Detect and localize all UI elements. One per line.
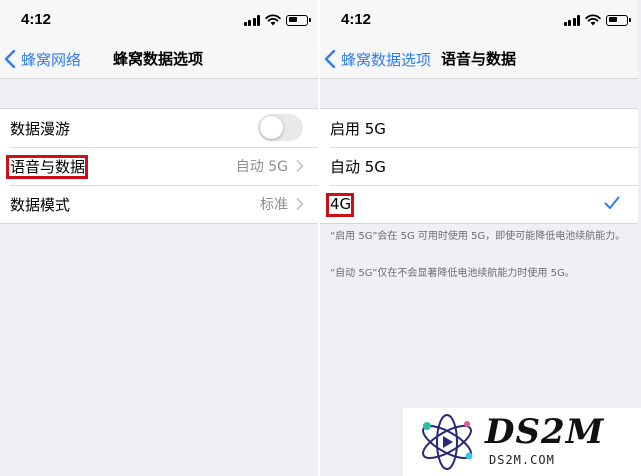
navigation-bar: 蜂窝数据选项 语音与数据	[320, 40, 638, 79]
checkmark-icon	[604, 196, 620, 209]
status-bar: 4:12	[320, 0, 638, 40]
chevron-right-icon	[296, 160, 304, 172]
status-icons	[563, 14, 631, 26]
navigation-bar: 蜂窝网络 蜂窝数据选项	[0, 40, 318, 79]
page-title: 语音与数据	[441, 50, 517, 68]
row-label: 数据漫游	[10, 119, 71, 138]
network-options-list: 启用 5G 自动 5G 4G	[320, 108, 638, 224]
footnote-auto-5g: “自动 5G”仅在不会显著降低电池续航能力时使用 5G。	[330, 268, 575, 279]
row-value: 自动 5G	[235, 159, 288, 175]
status-time: 4:12	[21, 11, 52, 28]
option-auto-5g[interactable]: 自动 5G	[320, 147, 638, 185]
row-value: 标准	[260, 197, 288, 213]
status-icons	[243, 14, 311, 26]
back-button[interactable]: 蜂窝网络	[4, 40, 81, 78]
back-label: 蜂窝网络	[21, 50, 82, 69]
atom-logo-icon	[422, 414, 473, 470]
cellular-signal-icon	[563, 14, 580, 26]
battery-icon	[606, 14, 631, 26]
chevron-left-icon	[4, 49, 16, 69]
row-label: 语音与数据	[10, 157, 86, 176]
page-title: 蜂窝数据选项	[113, 50, 204, 68]
back-button[interactable]: 蜂窝数据选项	[324, 40, 431, 78]
wifi-icon	[265, 14, 281, 26]
cellular-signal-icon	[243, 14, 260, 26]
watermark-url: DS2M.COM	[489, 453, 555, 467]
chevron-right-icon	[296, 198, 304, 210]
option-4g[interactable]: 4G	[320, 185, 638, 223]
status-time: 4:12	[341, 11, 372, 28]
cellular-data-options-screen: 4:12 蜂窝网络 蜂窝数据选项 数据漫游 语音与数据 自动 5G 数据模式 标…	[0, 0, 318, 476]
row-label: 数据模式	[10, 195, 71, 214]
footnote-enable-5g: “启用 5G”会在 5G 可用时使用 5G，即使可能降低电池续航能力。	[330, 231, 626, 242]
status-bar: 4:12	[0, 0, 318, 40]
watermark-title: DS2M	[485, 412, 605, 452]
back-label: 蜂窝数据选项	[341, 50, 432, 69]
option-label: 启用 5G	[330, 119, 386, 138]
watermark: DS2M DS2M.COM	[403, 408, 641, 476]
option-enable-5g[interactable]: 启用 5G	[320, 109, 638, 147]
settings-list: 数据漫游 语音与数据 自动 5G 数据模式 标准	[0, 108, 318, 224]
row-data-roaming: 数据漫游	[0, 109, 318, 147]
wifi-icon	[585, 14, 601, 26]
chevron-left-icon	[324, 49, 336, 69]
toggle-knob	[260, 116, 283, 139]
battery-icon	[286, 14, 311, 26]
option-label: 自动 5G	[330, 157, 386, 176]
row-voice-and-data[interactable]: 语音与数据 自动 5G	[0, 147, 318, 185]
data-roaming-toggle[interactable]	[258, 114, 303, 141]
voice-and-data-screen: 4:12 蜂窝数据选项 语音与数据 启用 5G 自动 5G 4G “启用 5G”…	[320, 0, 638, 476]
option-label: 4G	[330, 195, 352, 213]
row-data-mode[interactable]: 数据模式 标准	[0, 185, 318, 223]
